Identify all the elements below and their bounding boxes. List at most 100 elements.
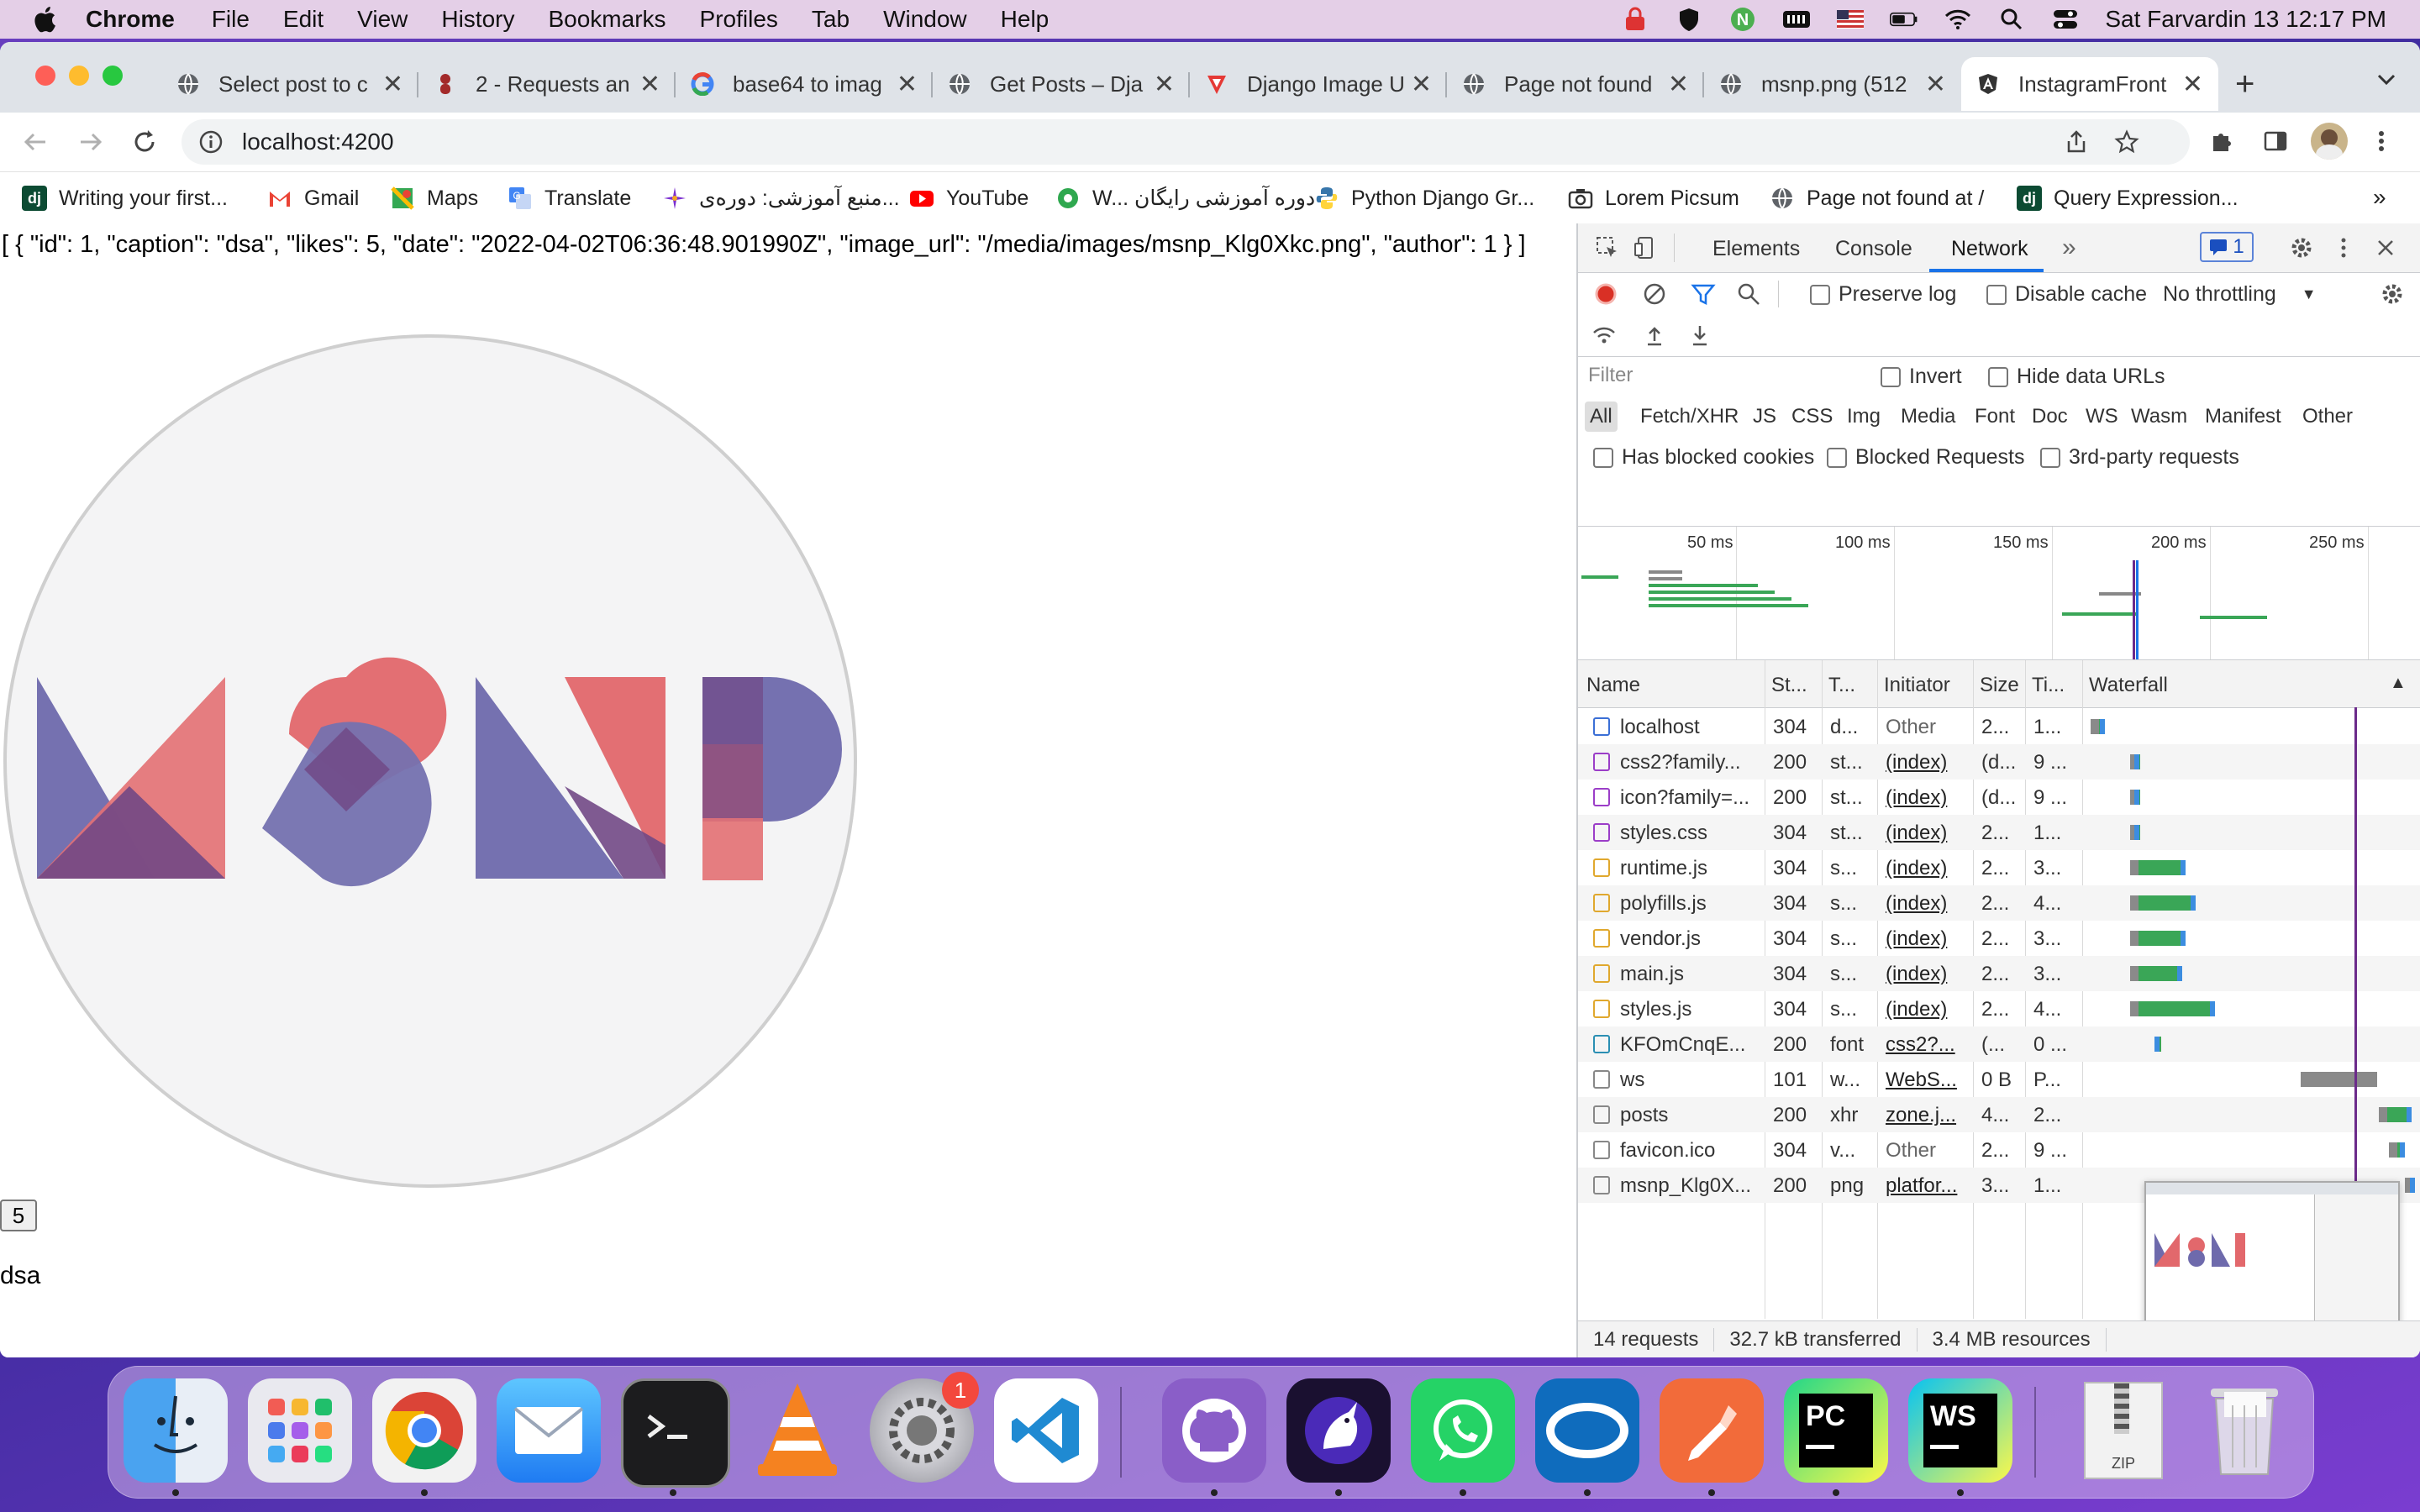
request-initiator[interactable]: platfor... [1886, 1174, 1970, 1198]
webstorm-icon[interactable]: WS [1908, 1378, 2012, 1483]
us-flag-icon[interactable] [1836, 8, 1865, 31]
side-panel-icon[interactable] [2262, 128, 2289, 155]
request-name[interactable]: msnp_Klg0X... [1620, 1174, 1761, 1198]
launchpad-icon[interactable] [248, 1378, 352, 1483]
github-desktop-icon[interactable] [1162, 1378, 1266, 1483]
waterfall-bar[interactable] [2138, 966, 2178, 981]
network-conditions-wifi-icon[interactable] [1591, 323, 1617, 348]
request-row[interactable]: main.js 304 s... (index) 2... 3... [1578, 956, 2420, 991]
bookmark-item[interactable]: Page not found at / [1770, 186, 1984, 211]
column-name[interactable]: Name [1586, 674, 1754, 697]
request-row[interactable]: polyfills.js 304 s... (index) 2... 4... [1578, 885, 2420, 921]
close-tab-icon[interactable]: ✕ [897, 70, 918, 99]
settings-gear-icon[interactable] [2289, 235, 2314, 260]
vlc-icon[interactable] [745, 1378, 850, 1483]
menu-help[interactable]: Help [1001, 6, 1050, 33]
bookmark-star-icon[interactable] [2114, 129, 2139, 155]
keyboard-icon[interactable] [1782, 8, 1811, 31]
tab-console[interactable]: Console [1835, 237, 1912, 261]
bookmark-item[interactable]: dj Query Expression... [2017, 186, 2238, 211]
column-type[interactable]: T... [1828, 674, 1870, 697]
profile-avatar[interactable] [2311, 123, 2348, 160]
system-preferences-icon[interactable]: 1 [870, 1372, 979, 1483]
forward-arrow-icon[interactable] [77, 129, 104, 155]
filter-js[interactable]: JS [1748, 402, 1781, 432]
request-name[interactable]: ws [1620, 1068, 1761, 1092]
record-icon[interactable] [1593, 281, 1618, 307]
request-row[interactable]: styles.js 304 s... (index) 2... 4... [1578, 991, 2420, 1026]
close-tab-icon[interactable]: ✕ [2182, 70, 2203, 99]
request-name[interactable]: vendor.js [1620, 927, 1761, 951]
vscode-icon[interactable] [994, 1378, 1098, 1483]
request-initiator[interactable]: WebS... [1886, 1068, 1970, 1092]
clear-icon[interactable] [1642, 281, 1667, 307]
menu-bookmarks[interactable]: Bookmarks [548, 6, 666, 33]
kebab-menu-icon[interactable] [2368, 128, 2395, 155]
column-waterfall[interactable]: Waterfall [2089, 674, 2257, 697]
finder-icon[interactable] [124, 1378, 228, 1483]
back-arrow-icon[interactable] [22, 129, 49, 155]
share-icon[interactable] [2064, 129, 2089, 155]
disable-cache-checkbox[interactable]: Disable cache [1986, 282, 2147, 307]
trash-icon[interactable] [2192, 1378, 2296, 1483]
extensions-puzzle-icon[interactable] [2208, 128, 2235, 155]
request-initiator[interactable]: (index) [1886, 927, 1970, 951]
request-row[interactable]: runtime.js 304 s... (index) 2... 3... [1578, 850, 2420, 885]
vpn-lock-icon[interactable] [1621, 7, 1649, 31]
request-row[interactable]: favicon.ico 304 v... Other 2... 9 ... [1578, 1132, 2420, 1168]
browser-tab-2[interactable]: 2 - Requests an ✕ [418, 57, 676, 111]
bookmark-item[interactable]: Gmail [267, 186, 359, 211]
menu-window[interactable]: Window [883, 6, 967, 33]
import-har-upload-icon[interactable] [1642, 323, 1667, 348]
new-tab-plus-icon[interactable]: + [2235, 66, 2254, 103]
browser-tab-active[interactable]: InstagramFront ✕ [1961, 57, 2218, 111]
request-name[interactable]: css2?family... [1620, 751, 1761, 774]
apple-logo-icon[interactable] [32, 5, 57, 34]
bookmark-item[interactable]: G Translate [508, 186, 631, 211]
third-party-requests-checkbox[interactable]: 3rd-party requests [2040, 445, 2239, 470]
bookmark-item[interactable]: Python Django Gr... [1314, 186, 1534, 211]
request-name[interactable]: runtime.js [1620, 857, 1761, 880]
request-name[interactable]: posts [1620, 1104, 1761, 1127]
filter-img[interactable]: Img [1842, 402, 1886, 432]
shield-icon[interactable] [1675, 8, 1703, 31]
request-initiator[interactable]: (index) [1886, 892, 1970, 916]
request-name[interactable]: favicon.ico [1620, 1139, 1761, 1163]
close-tab-icon[interactable]: ✕ [1411, 70, 1432, 99]
likes-button[interactable]: 5 [0, 1200, 37, 1231]
network-overview-timeline[interactable]: 50 ms 100 ms 150 ms 200 ms 250 ms [1578, 526, 2420, 660]
bookmark-item[interactable]: YouTube [909, 186, 1028, 211]
pycharm-icon[interactable]: PC [1784, 1378, 1888, 1483]
close-tab-icon[interactable]: ✕ [1154, 70, 1175, 99]
request-row[interactable]: vendor.js 304 s... (index) 2... 3... [1578, 921, 2420, 956]
menu-tab[interactable]: Tab [812, 6, 850, 33]
filter-input[interactable]: Filter [1585, 361, 1870, 390]
close-devtools-icon[interactable] [2373, 235, 2398, 260]
close-tab-icon[interactable]: ✕ [1668, 70, 1689, 99]
terminal-icon[interactable] [621, 1378, 730, 1488]
tab-network[interactable]: Network [1951, 237, 2028, 261]
waterfall-bar[interactable] [2138, 1001, 2211, 1016]
close-tab-icon[interactable]: ✕ [1925, 70, 1946, 99]
chevron-down-icon[interactable] [2375, 67, 2398, 91]
waterfall-bar[interactable] [2387, 1107, 2407, 1122]
more-tabs-chevron[interactable]: » [2062, 234, 2076, 262]
site-info-icon[interactable] [198, 129, 224, 155]
throttling-select[interactable]: No throttling ▼ [2163, 282, 2317, 307]
browser-tab-1[interactable]: Select post to c ✕ [161, 57, 418, 111]
column-size[interactable]: Size [1980, 674, 2022, 697]
outlook-icon[interactable] [1535, 1378, 1639, 1483]
bookmark-item[interactable]: Lorem Picsum [1568, 186, 1739, 211]
screenshot-thumbnail[interactable] [2144, 1181, 2400, 1337]
filter-doc[interactable]: Doc [2027, 402, 2073, 432]
postman-icon[interactable] [1660, 1378, 1764, 1483]
column-time[interactable]: Ti... [2032, 674, 2074, 697]
request-initiator[interactable]: (index) [1886, 857, 1970, 880]
export-har-download-icon[interactable] [1687, 323, 1712, 348]
browser-tab-7[interactable]: msnp.png (512 ✕ [1704, 57, 1961, 111]
waterfall-bar[interactable] [2138, 860, 2181, 875]
request-row[interactable]: ws 101 w... WebS... 0 B P... [1578, 1062, 2420, 1097]
bookmark-item[interactable]: W... دوره آموزشی رایگان [1055, 186, 1315, 211]
control-center-icon[interactable] [2051, 8, 2080, 31]
request-name[interactable]: styles.js [1620, 998, 1761, 1021]
